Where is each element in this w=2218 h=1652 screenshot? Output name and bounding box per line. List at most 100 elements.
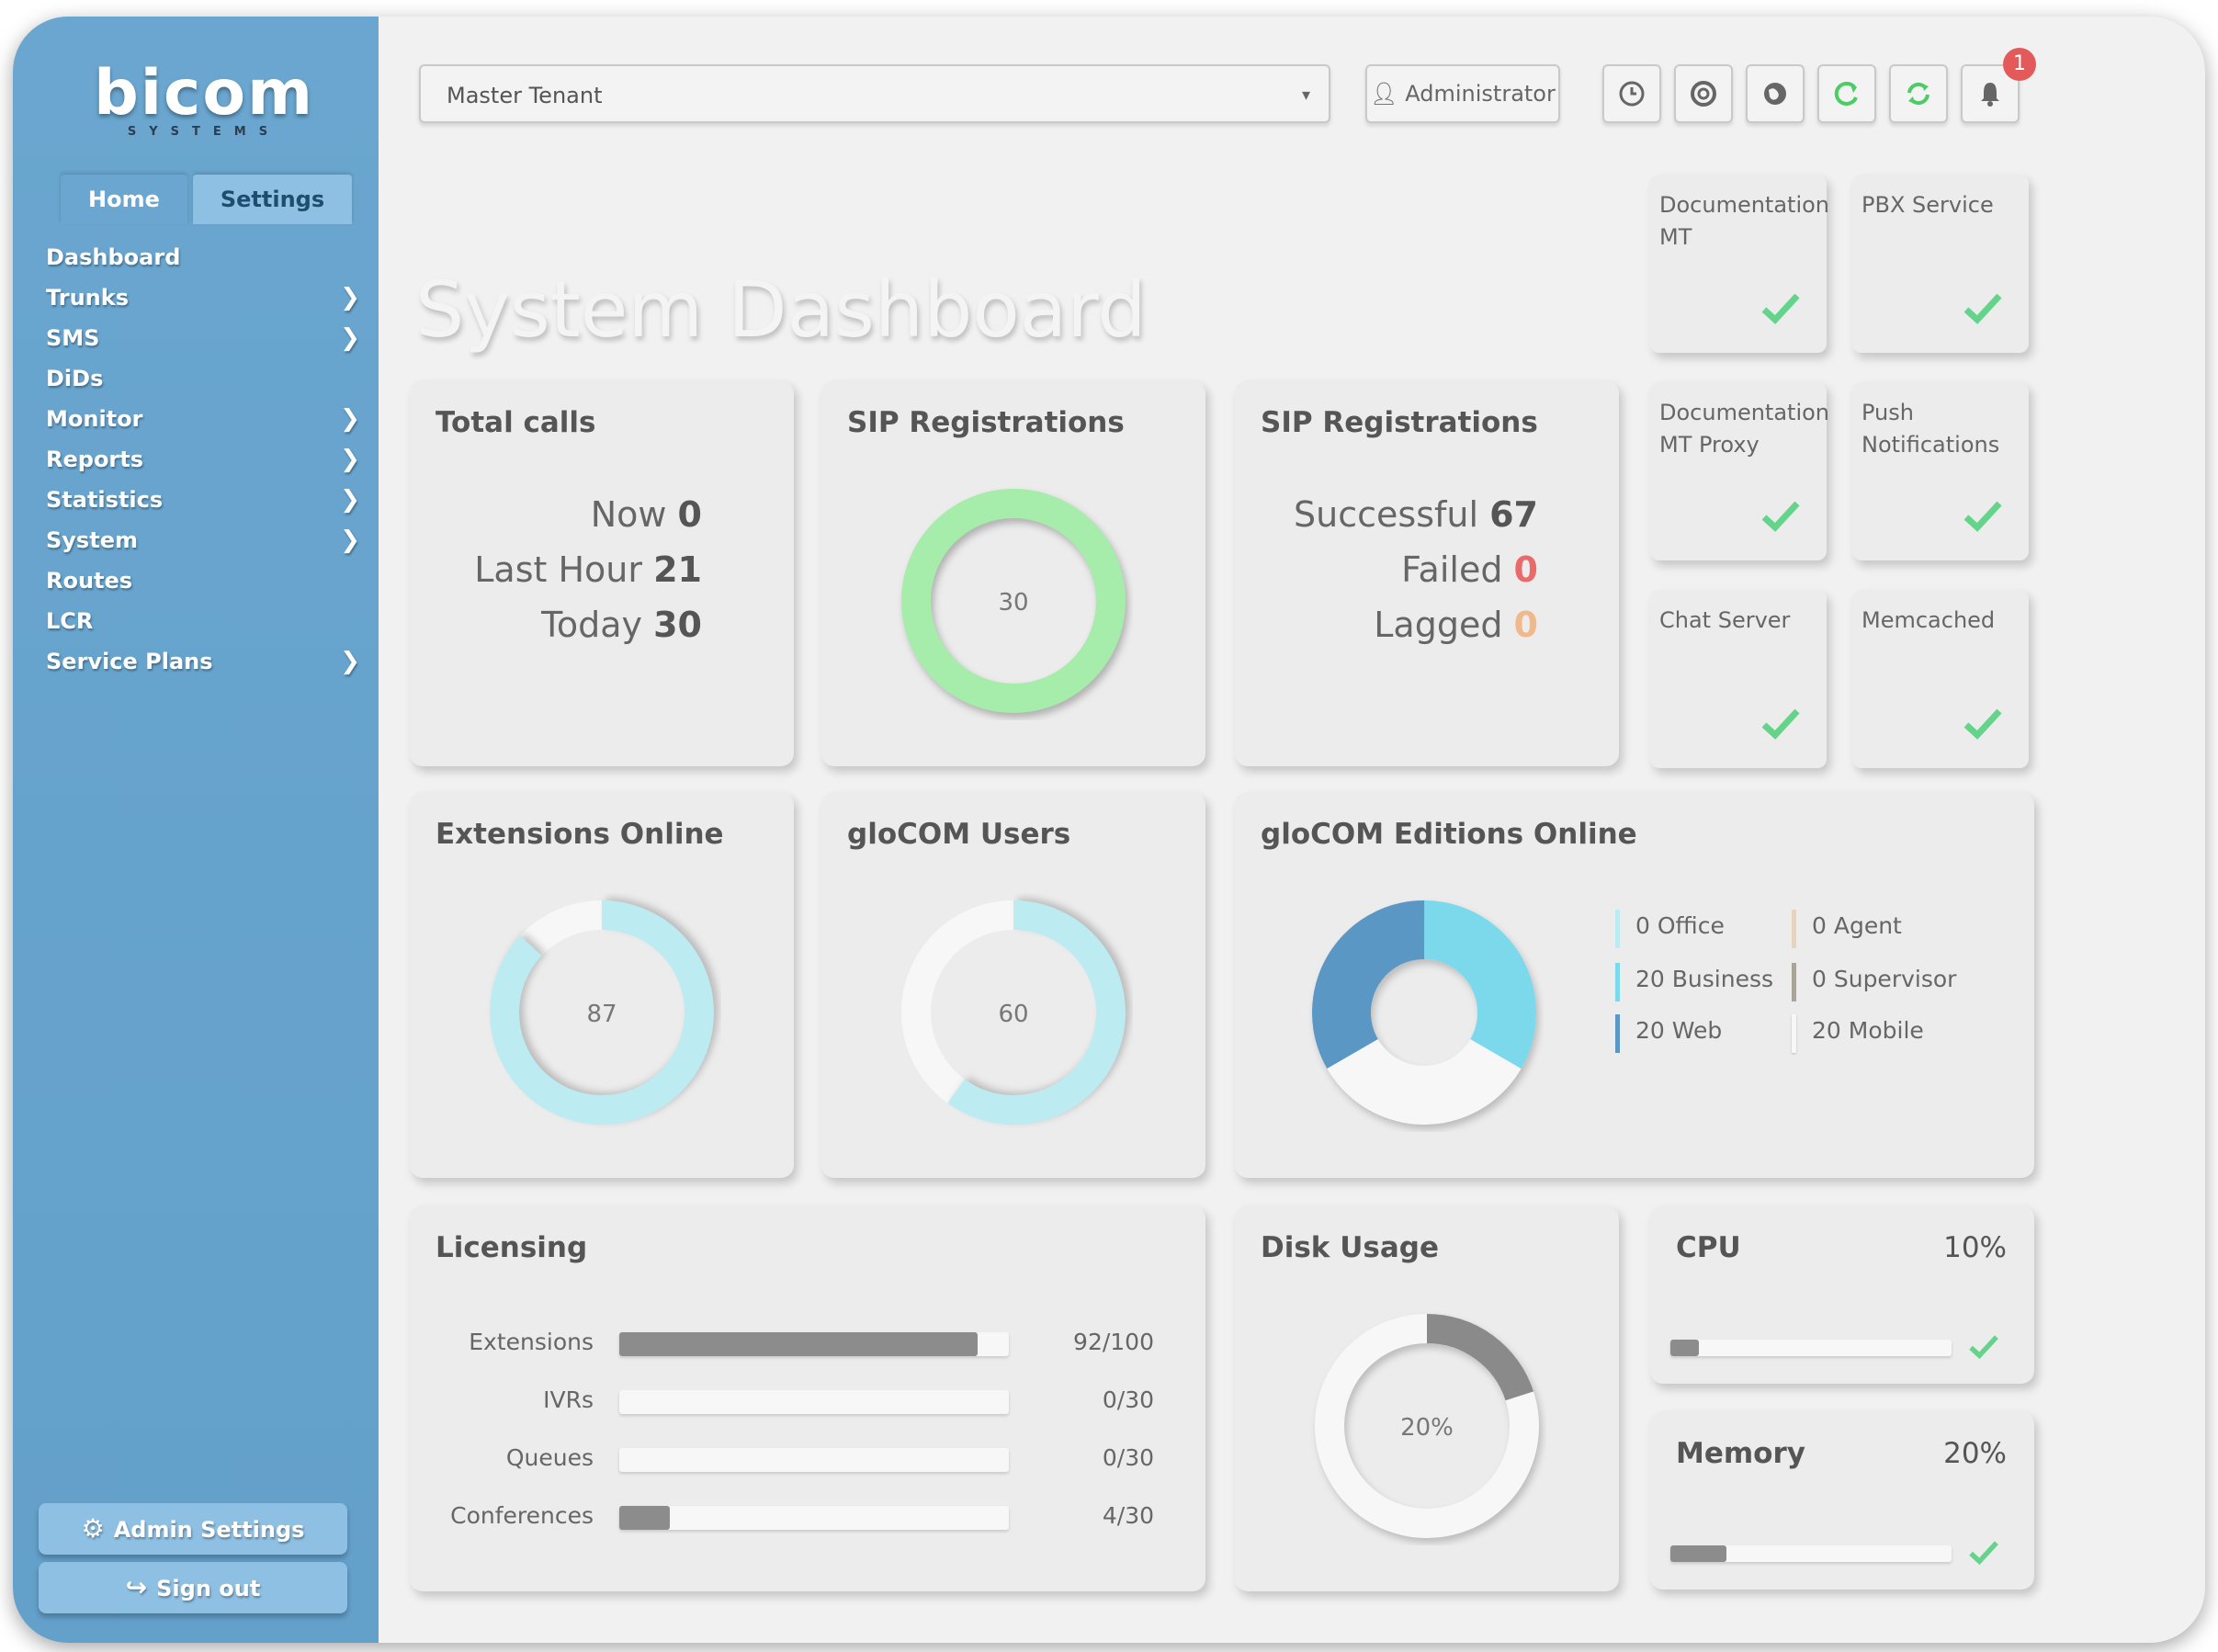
tenant-select[interactable]: Master Tenant ▾	[419, 64, 1330, 123]
license-value-conferences: 4/30	[1102, 1502, 1154, 1529]
service-tile-push-notifications[interactable]: Push Notifications	[1852, 382, 2029, 560]
sip-successful-label: Successful	[1294, 494, 1479, 535]
service-name: PBX Service	[1862, 192, 1994, 218]
sidebar-item-system[interactable]: System ❯	[13, 520, 379, 560]
calls-last-hour-value: 21	[653, 549, 702, 590]
service-name: Memcached	[1862, 607, 1996, 633]
legend-supervisor: 0 Supervisor	[1792, 963, 1956, 1001]
chevron-right-icon: ❯	[340, 324, 360, 352]
check-icon	[1963, 293, 2002, 324]
glocom-users-value: 60	[998, 1001, 1028, 1028]
memory-card: Memory 20%	[1650, 1411, 2034, 1590]
legend-swatch	[1615, 910, 1620, 948]
service-tile-documentation-mt-proxy[interactable]: Documentation MT Proxy	[1650, 382, 1830, 560]
history-button[interactable]	[1602, 64, 1661, 123]
memory-bar	[1670, 1545, 1952, 1562]
memory-value: 20%	[1943, 1437, 2007, 1470]
total-calls-card: Total calls Now 0 Last Hour 21 Today 30	[410, 380, 794, 766]
glocom-editions-card: gloCOM Editions Online 0 Office 20 Busin…	[1235, 792, 2034, 1178]
cpu-bar	[1670, 1340, 1952, 1356]
legend-office: 0 Office	[1615, 910, 1725, 948]
sidebar-item-lcr[interactable]: LCR	[13, 601, 379, 641]
calls-last-hour-label: Last Hour	[474, 549, 643, 590]
sip-lagged-label: Lagged	[1374, 605, 1503, 645]
chevron-right-icon: ❯	[340, 648, 360, 675]
sip-registrations-ring: 30	[901, 489, 1126, 713]
notification-badge: 1	[2003, 48, 2036, 81]
sidebar: bicom SYSTEMS Home Settings Dashboard Tr…	[13, 17, 379, 1643]
sidebar-nav: Dashboard Trunks ❯ SMS ❯ DiDs Monitor ❯ Rep…	[13, 237, 379, 682]
sidebar-item-reports[interactable]: Reports ❯	[13, 439, 379, 480]
license-bar-ivrs	[619, 1390, 1009, 1414]
sidebar-item-dashboard[interactable]: Dashboard	[13, 237, 379, 277]
legend-web: 20 Web	[1615, 1014, 1723, 1053]
sip-lagged-row: Lagged 0	[1294, 597, 1538, 652]
license-bar-conferences	[619, 1506, 1009, 1530]
bell-icon	[1981, 83, 1999, 107]
sidebar-item-dids[interactable]: DiDs	[13, 358, 379, 399]
cpu-bar-fill	[1670, 1340, 1699, 1356]
legend-label: 20 Mobile	[1812, 1017, 1924, 1044]
globe-icon	[1764, 83, 1786, 105]
legend-swatch	[1792, 910, 1796, 948]
service-tile-documentation-mt[interactable]: Documentation MT	[1650, 175, 1829, 353]
sync-button[interactable]	[1889, 64, 1948, 123]
service-name: Documentation MT Proxy	[1659, 400, 1830, 458]
sidebar-item-service-plans[interactable]: Service Plans ❯	[13, 641, 379, 682]
gears-icon: ⚙	[81, 1513, 105, 1544]
bicom-logo[interactable]: bicom SYSTEMS	[94, 57, 314, 158]
admin-settings-button[interactable]: ⚙ Admin Settings	[39, 1503, 347, 1555]
legend-label: 0 Agent	[1812, 912, 1902, 939]
license-label-queues: Queues	[505, 1444, 594, 1471]
page-title: System Dashboard	[415, 265, 1147, 355]
sidebar-item-label: Reports	[46, 447, 144, 472]
legend-agent: 0 Agent	[1792, 910, 1902, 948]
legend-swatch	[1792, 1014, 1796, 1053]
sidebar-item-trunks[interactable]: Trunks ❯	[13, 277, 379, 318]
disk-usage-value: 20%	[1400, 1414, 1454, 1442]
legend-swatch	[1615, 1014, 1620, 1053]
sidebar-item-label: Monitor	[46, 406, 143, 432]
legend-label: 20 Web	[1635, 1017, 1723, 1044]
administrator-button[interactable]: 👤︎ Administrator	[1365, 64, 1560, 123]
user-icon: 👤︎	[1370, 81, 1398, 107]
sign-out-icon: ↪	[125, 1572, 148, 1602]
support-button[interactable]	[1674, 64, 1733, 123]
check-icon	[1963, 708, 2002, 740]
sip-failed-value: 0	[1513, 549, 1538, 590]
sidebar-item-sms[interactable]: SMS ❯	[13, 318, 379, 358]
lifebuoy-icon	[1691, 81, 1716, 107]
sip-failed-label: Failed	[1401, 549, 1503, 590]
extensions-online-ring: 87	[490, 900, 714, 1125]
sidebar-item-label: Routes	[46, 568, 133, 594]
language-button[interactable]	[1746, 64, 1805, 123]
sip-registrations-stats-card: SIP Registrations Successful 67 Failed 0…	[1235, 380, 1619, 766]
admin-settings-label: Admin Settings	[113, 1517, 305, 1543]
calls-today-label: Today	[541, 605, 643, 645]
sidebar-item-statistics[interactable]: Statistics ❯	[13, 480, 379, 520]
service-tile-memcached[interactable]: Memcached	[1852, 590, 2029, 768]
license-bar-queues	[619, 1448, 1009, 1472]
sidebar-tabs: Home Settings	[61, 175, 353, 232]
service-tile-pbx-service[interactable]: PBX Service	[1852, 175, 2029, 353]
sidebar-item-monitor[interactable]: Monitor ❯	[13, 399, 379, 439]
glocom-users-ring: 60	[901, 900, 1126, 1125]
sip-failed-row: Failed 0	[1294, 542, 1538, 597]
tab-settings[interactable]: Settings	[192, 175, 353, 224]
card-title: Memory	[1676, 1437, 1805, 1470]
chevron-right-icon: ❯	[340, 446, 360, 473]
check-icon	[1963, 501, 2002, 532]
service-tile-chat-server[interactable]: Chat Server	[1650, 590, 1827, 768]
extensions-online-value: 87	[586, 1001, 617, 1028]
logo-text: bicom	[94, 57, 314, 130]
check-icon	[1761, 501, 1800, 532]
sip-lagged-value: 0	[1513, 605, 1538, 645]
reload-button[interactable]	[1817, 64, 1876, 123]
license-bar-fill	[619, 1332, 979, 1356]
license-value-ivrs: 0/30	[1102, 1386, 1154, 1413]
sip-successful-row: Successful 67	[1294, 487, 1538, 542]
tab-home[interactable]: Home	[61, 175, 187, 224]
sidebar-item-routes[interactable]: Routes	[13, 560, 379, 601]
card-title: Disk Usage	[1261, 1231, 1439, 1264]
sign-out-button[interactable]: ↪ Sign out	[39, 1562, 347, 1613]
